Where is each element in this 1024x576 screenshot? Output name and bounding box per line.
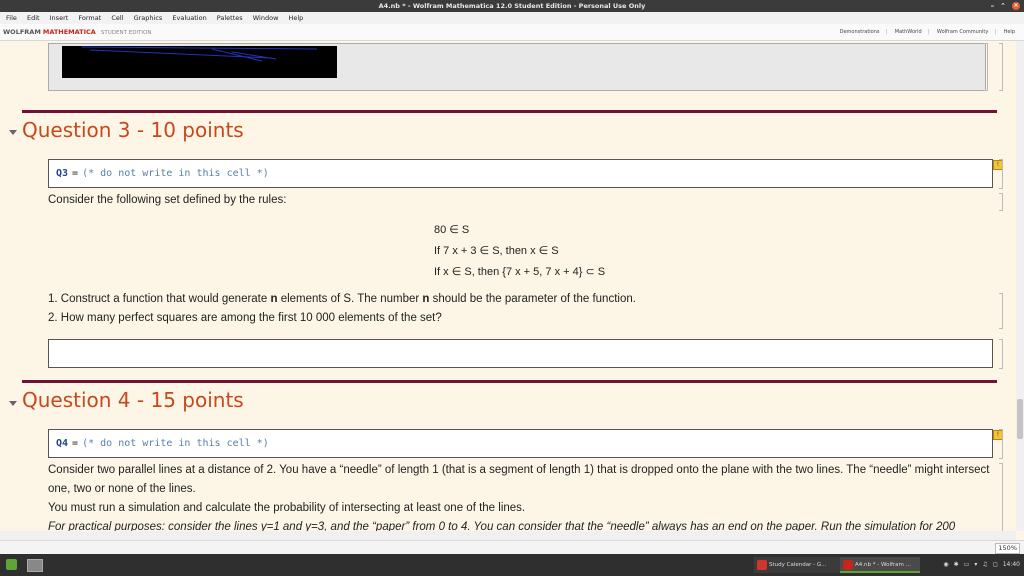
- menu-insert[interactable]: Insert: [50, 14, 69, 22]
- link-separator: |: [885, 29, 888, 35]
- collapse-triangle-icon[interactable]: [9, 401, 17, 406]
- input-comment: (* do not write in this cell *): [82, 168, 269, 179]
- item1-mid: elements of S. The number: [277, 293, 423, 305]
- input-cell-q4[interactable]: Q4 = (* do not write in this cell *): [48, 429, 993, 458]
- start-menu-icon[interactable]: [6, 559, 17, 570]
- item1-pre: 1. Construct a function that would gener…: [48, 293, 271, 305]
- notebook-content[interactable]: Question 3 - 10 points Q3 = (* do not writ…: [0, 41, 1016, 531]
- brand-edition: STUDENT EDITION: [100, 30, 152, 36]
- q3-intro-text: Consider the following set defined by th…: [48, 194, 287, 206]
- wolfram-logo: WOLFRAM MATHEMATICA STUDENT EDITION: [3, 24, 151, 41]
- group-bracket[interactable]: [999, 43, 1003, 91]
- brand-mathematica: MATHEMATICA: [42, 28, 96, 36]
- rule-2: If 7 x + 3 ∈ S, then x ∈ S: [434, 245, 559, 257]
- link-separator: |: [994, 29, 996, 35]
- system-tray: ◉ ✱ ▭ ▾ ♫ ◻ 14:40: [943, 554, 1020, 576]
- cell-bracket[interactable]: [999, 429, 1003, 459]
- rule-3: If x ∈ S, then {7 x + 5, 7 x + 4} ⊂ S: [434, 266, 606, 278]
- brand-bar: WOLFRAM MATHEMATICA STUDENT EDITION Demo…: [0, 24, 1024, 41]
- vertical-scrollbar[interactable]: [1016, 41, 1024, 531]
- window-controls: – ⌃ ×: [991, 0, 1020, 12]
- bluetooth-icon[interactable]: ✱: [954, 554, 959, 576]
- opera-icon: [757, 560, 767, 570]
- wifi-icon[interactable]: ▾: [974, 554, 977, 576]
- close-icon[interactable]: ×: [1012, 2, 1020, 10]
- plot-lines: [81, 46, 318, 62]
- maximize-icon[interactable]: ⌃: [1000, 0, 1006, 12]
- task-label: A4.nb * - Wolfram ...: [855, 562, 911, 568]
- q4-paragraph-2: You must run a simulation and calculate …: [48, 502, 526, 514]
- menu-format[interactable]: Format: [78, 14, 101, 22]
- menu-window[interactable]: Window: [253, 14, 279, 22]
- menu-graphics[interactable]: Graphics: [134, 14, 163, 22]
- item1-post: should be the parameter of the function.: [429, 293, 636, 305]
- battery-icon[interactable]: ▭: [964, 554, 970, 576]
- q3-item-2: 2. How many perfect squares are among th…: [48, 312, 442, 324]
- notification-icon[interactable]: ◻: [993, 554, 998, 576]
- menu-edit[interactable]: Edit: [27, 14, 40, 22]
- cell-bracket[interactable]: [999, 193, 1003, 211]
- link-demonstrations[interactable]: Demonstrations: [840, 29, 880, 35]
- brand-wolfram: WOLFRAM: [3, 28, 41, 36]
- item1-bold: n: [270, 293, 278, 305]
- q3-item-1: 1. Construct a function that would gener…: [48, 290, 636, 309]
- cell-bracket[interactable]: [984, 43, 988, 91]
- show-desktop-icon[interactable]: [27, 559, 43, 572]
- menu-bar: File Edit Insert Format Cell Graphics Ev…: [0, 12, 1024, 24]
- menu-palettes[interactable]: Palettes: [217, 14, 243, 22]
- section-heading-q3: Question 3 - 10 points: [22, 118, 244, 142]
- input-eq: =: [72, 438, 79, 449]
- link-wolfram-community[interactable]: Wolfram Community: [937, 29, 988, 35]
- volume-icon[interactable]: ♫: [982, 554, 987, 576]
- input-symbol: Q3: [56, 168, 69, 179]
- link-separator: |: [927, 29, 930, 35]
- graphics-output-cell[interactable]: [48, 43, 986, 91]
- collapse-triangle-icon[interactable]: [9, 130, 17, 135]
- input-comment: (* do not write in this cell *): [82, 438, 269, 449]
- input-cell-q3[interactable]: Q3 = (* do not write in this cell *): [48, 159, 993, 188]
- section-rule: [22, 380, 997, 383]
- input-symbol: Q4: [56, 438, 69, 449]
- task-mathematica[interactable]: A4.nb * - Wolfram ...: [840, 557, 920, 573]
- cell-bracket[interactable]: [999, 339, 1003, 369]
- scrollbar-thumb[interactable]: [1017, 399, 1023, 439]
- cell-bracket[interactable]: [999, 293, 1003, 329]
- input-eq: =: [72, 168, 79, 179]
- answer-cell-q3[interactable]: [48, 339, 993, 368]
- clock[interactable]: 14:40: [1003, 554, 1020, 576]
- zoom-selector[interactable]: 150%: [995, 543, 1020, 554]
- network-icon[interactable]: ◉: [943, 554, 948, 576]
- task-study-calendar[interactable]: Study Calendar - G...: [754, 557, 853, 573]
- top-links: Demonstrations | MathWorld | Wolfram Commu…: [837, 24, 1018, 40]
- graphics-plot: [62, 46, 337, 78]
- menu-cell[interactable]: Cell: [111, 14, 123, 22]
- cell-bracket[interactable]: [999, 463, 1003, 531]
- mathematica-icon: [843, 560, 853, 570]
- rule-1: 80 ∈ S: [434, 224, 470, 236]
- link-help[interactable]: Help: [1004, 29, 1015, 35]
- minimize-icon[interactable]: –: [991, 0, 995, 12]
- task-label: Study Calendar - G...: [769, 562, 827, 568]
- cell-bracket[interactable]: [999, 159, 1003, 189]
- q4-paragraph-3: For practical purposes: consider the lin…: [48, 521, 956, 531]
- section-heading-q4: Question 4 - 15 points: [22, 388, 244, 412]
- window-titlebar: A4.nb * - Wolfram Mathematica 12.0 Stude…: [0, 0, 1024, 12]
- section-rule: [22, 110, 997, 113]
- os-taskbar: Study Calendar - G... A4.nb * - Wolfram …: [0, 554, 1024, 576]
- horizontal-scrollbar[interactable]: [0, 531, 1016, 540]
- menu-evaluation[interactable]: Evaluation: [172, 14, 206, 22]
- menu-help[interactable]: Help: [288, 14, 303, 22]
- window-title: A4.nb * - Wolfram Mathematica 12.0 Stude…: [378, 2, 646, 10]
- q4-paragraph-1: Consider two parallel lines at a distanc…: [48, 464, 990, 495]
- link-mathworld[interactable]: MathWorld: [895, 29, 922, 35]
- menu-file[interactable]: File: [6, 14, 17, 22]
- status-bar: 150%: [0, 540, 1024, 555]
